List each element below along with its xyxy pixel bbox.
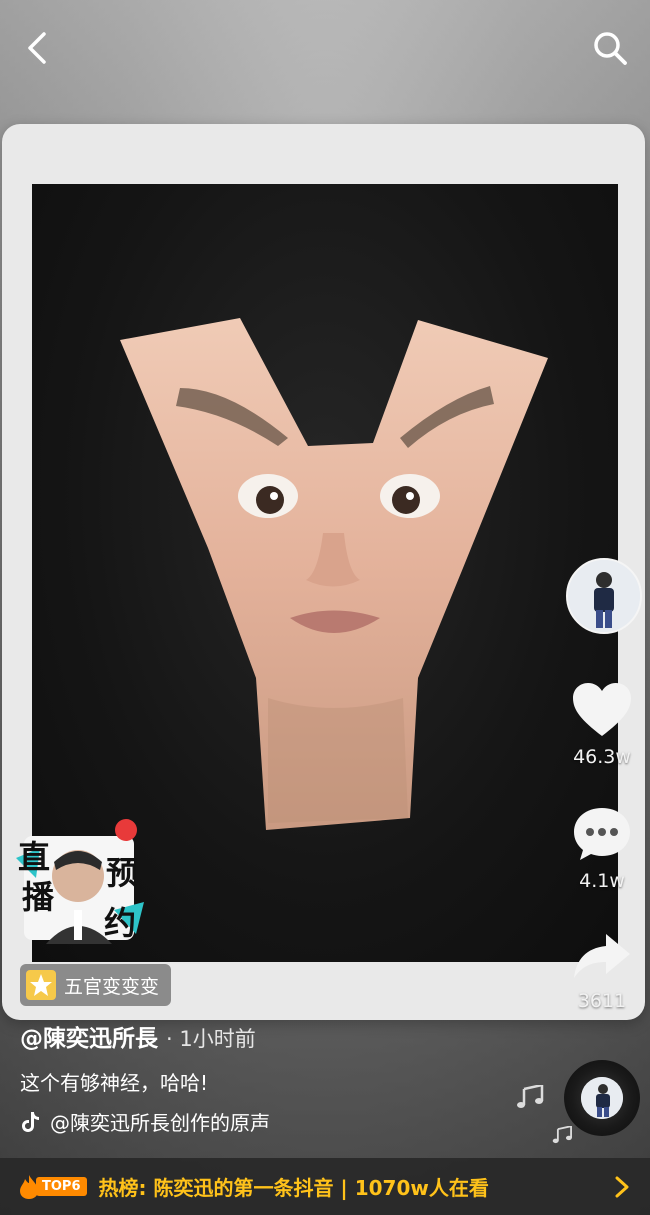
search-icon — [594, 32, 627, 65]
music-disc[interactable] — [564, 1060, 640, 1136]
music-label: @陳奕迅所長创作的原声 — [50, 1111, 270, 1135]
comment-bubble-icon — [574, 808, 630, 860]
effect-sparkle-icon — [26, 970, 56, 1000]
comment-button[interactable]: 4.1w — [562, 806, 642, 892]
effect-tag[interactable]: 五官变变变 — [20, 964, 172, 1006]
person-icon — [568, 560, 640, 632]
top-bar — [0, 0, 650, 95]
music-note-icon — [517, 1085, 544, 1108]
like-count: 46.3w — [573, 746, 631, 768]
reserve-char-2: 约 — [104, 904, 137, 942]
search-button[interactable] — [590, 28, 630, 68]
live-char-2: 播 — [22, 878, 55, 916]
hot-ranking-bar[interactable]: TOP6 热榜: 陈奕迅的第一条抖音 | 1070w人在看 — [0, 1158, 650, 1215]
author-handle[interactable]: @陳奕迅所長 — [20, 1019, 158, 1053]
share-button[interactable]: 3611 — [562, 932, 642, 1012]
disc-cover — [581, 1077, 623, 1119]
like-button[interactable]: 46.3w — [562, 682, 642, 768]
music-note-icon — [552, 1126, 572, 1144]
distorted-face-image — [120, 318, 548, 830]
person-icon — [581, 1077, 623, 1119]
effect-label: 五官变变变 — [64, 975, 160, 998]
chevron-left-icon — [28, 32, 46, 64]
tiktok-note-icon — [22, 1111, 39, 1132]
hot-ranking-text: 热榜: 陈奕迅的第一条抖音 | 1070w人在看 — [98, 1176, 489, 1200]
reserve-char-1: 预 — [106, 854, 139, 892]
author-line: @陳奕迅所長 · 1小时前 — [20, 1019, 256, 1053]
heart-icon — [573, 683, 631, 736]
rank-badge: TOP6 — [18, 1174, 87, 1200]
share-arrow-icon — [574, 934, 630, 978]
author-avatar[interactable] — [566, 558, 642, 634]
post-time: · 1小时前 — [166, 1027, 256, 1051]
music-info[interactable]: @陳奕迅所長创作的原声 — [20, 1107, 270, 1136]
share-count: 3611 — [577, 990, 627, 1012]
back-button[interactable] — [18, 30, 58, 66]
rank-label: TOP6 — [36, 1177, 87, 1196]
video-caption: 这个有够神经，哈哈! — [20, 1071, 209, 1095]
chevron-right-icon — [615, 1176, 629, 1197]
comment-count: 4.1w — [579, 870, 625, 892]
live-reservation-badge[interactable]: 直 播 预 约 — [16, 818, 146, 944]
